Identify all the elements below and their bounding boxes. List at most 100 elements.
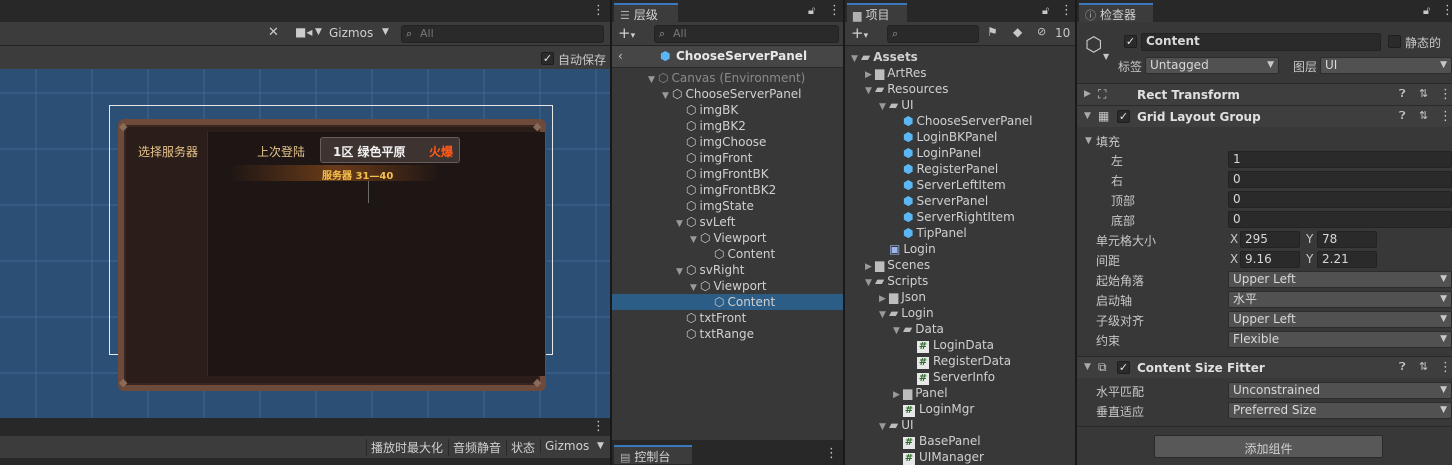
server-button[interactable]: 1区 绿色平原 火爆 bbox=[320, 137, 460, 163]
start-corner-dropdown[interactable]: Upper Left ▼ bbox=[1228, 271, 1452, 288]
project-item[interactable]: ▶ ▆ Json bbox=[845, 289, 926, 305]
constraint-dropdown[interactable]: Flexible ▼ bbox=[1228, 331, 1452, 348]
project-item[interactable]: # ServerInfo bbox=[845, 369, 995, 385]
scene-menu-icon[interactable]: ⋮ bbox=[592, 3, 605, 18]
hierarchy-search-input[interactable]: ⌕ All bbox=[654, 25, 839, 43]
help-icon[interactable]: ❓︎ bbox=[1399, 109, 1406, 123]
grid-layout-enabled-checkbox[interactable]: ✓ bbox=[1117, 110, 1130, 123]
help-icon[interactable]: ❓︎ bbox=[1399, 87, 1406, 101]
tools-icon[interactable]: ✕ bbox=[268, 25, 279, 40]
game-gizmos-dropdown-icon[interactable]: ▼ bbox=[597, 441, 604, 451]
presets-icon[interactable]: ⇅ bbox=[1419, 360, 1428, 373]
create-asset-button[interactable]: +▾ bbox=[851, 24, 868, 42]
project-item[interactable]: ⬢ ServerPanel bbox=[845, 193, 988, 209]
autosave-checkbox[interactable]: ✓ bbox=[541, 52, 554, 65]
back-arrow-icon[interactable]: ‹ bbox=[618, 49, 623, 63]
hierarchy-item[interactable]: ⬡ imgFront bbox=[612, 150, 843, 166]
tag-dropdown[interactable]: Untagged ▼ bbox=[1145, 57, 1279, 74]
tab-console[interactable]: ▤ 控制台 bbox=[614, 445, 692, 464]
project-item[interactable]: ▼ ▰ Login bbox=[845, 305, 934, 321]
maximize-on-play-button[interactable]: 播放时最大化 bbox=[366, 439, 447, 456]
hierarchy-item[interactable]: ▼ ⬡ svLeft bbox=[612, 214, 843, 230]
presets-icon[interactable]: ⇅ bbox=[1419, 87, 1428, 100]
project-item[interactable]: ⬢ RegisterPanel bbox=[845, 161, 998, 177]
hierarchy-item[interactable]: ▼ ⬡ Viewport bbox=[612, 230, 843, 246]
child-align-dropdown[interactable]: Upper Left ▼ bbox=[1228, 311, 1452, 328]
project-item[interactable]: ▶ ▆ ArtRes bbox=[845, 65, 927, 81]
hidden-packages-icon[interactable]: ⊘ bbox=[1037, 25, 1046, 38]
cell-size-y-field[interactable]: 78 bbox=[1317, 231, 1377, 248]
content-size-fitter-enabled-checkbox[interactable]: ✓ bbox=[1117, 361, 1130, 374]
project-item[interactable]: ▼ ▰ UI bbox=[845, 417, 914, 433]
active-checkbox[interactable]: ✓ bbox=[1124, 35, 1137, 48]
padding-right-field[interactable]: 0 bbox=[1228, 171, 1452, 188]
hierarchy-item[interactable]: ⬡ Content bbox=[612, 246, 843, 262]
grid-layout-header[interactable]: ▼ ▦ ✓ Grid Layout Group ❓︎ ⇅ ⋮ bbox=[1077, 105, 1452, 127]
project-search-input[interactable]: ⌕ bbox=[887, 25, 979, 43]
project-item[interactable]: ▶ ▆ Panel bbox=[845, 385, 948, 401]
spacing-x-field[interactable]: 9.16 bbox=[1240, 251, 1300, 268]
hierarchy-item[interactable]: ⬡ Content bbox=[612, 294, 843, 310]
scene-search-input[interactable]: ⌕ All bbox=[401, 25, 604, 43]
hierarchy-item[interactable]: ▼ ⬡ Viewport bbox=[612, 278, 843, 294]
inspector-menu-icon[interactable]: ⋮ bbox=[1441, 3, 1452, 18]
filter-label-icon[interactable]: ◆ bbox=[1013, 25, 1022, 39]
project-item[interactable]: ▶ ▆ Scenes bbox=[845, 257, 930, 273]
hierarchy-item[interactable]: ▼ ⬡ Canvas (Environment) bbox=[612, 70, 843, 86]
console-menu-icon[interactable]: ⋮ bbox=[825, 446, 838, 461]
project-menu-icon[interactable]: ⋮ bbox=[1060, 3, 1073, 18]
camera-icon[interactable]: ■◂ bbox=[295, 25, 312, 39]
object-name-field[interactable]: Content bbox=[1141, 33, 1381, 51]
mute-audio-button[interactable]: 音频静音 bbox=[448, 439, 505, 456]
project-item[interactable]: ⬢ TipPanel bbox=[845, 225, 967, 241]
tab-project[interactable]: ▆ 项目 bbox=[847, 3, 907, 22]
hierarchy-item[interactable]: ⬡ txtRange bbox=[612, 326, 843, 342]
game-menu-icon[interactable]: ⋮ bbox=[592, 419, 605, 434]
padding-foldout-icon[interactable]: ▼ bbox=[1085, 136, 1092, 146]
game-gizmos-button[interactable]: Gizmos bbox=[540, 439, 593, 453]
add-component-button[interactable]: 添加组件 bbox=[1154, 435, 1383, 458]
padding-top-field[interactable]: 0 bbox=[1228, 191, 1452, 208]
static-checkbox[interactable] bbox=[1388, 35, 1401, 48]
project-item[interactable]: # LoginData bbox=[845, 337, 994, 353]
lock-icon[interactable]: 🔓︎ bbox=[808, 4, 815, 18]
hierarchy-item[interactable]: ⬡ imgState bbox=[612, 198, 843, 214]
tab-hierarchy[interactable]: ☰ 层级 bbox=[614, 3, 678, 22]
hierarchy-item[interactable]: ⬡ imgChoose bbox=[612, 134, 843, 150]
presets-icon[interactable]: ⇅ bbox=[1419, 109, 1428, 122]
hierarchy-item[interactable]: ⬡ txtFront bbox=[612, 310, 843, 326]
component-menu-icon[interactable]: ⋮ bbox=[1439, 360, 1452, 375]
gizmos-button[interactable]: Gizmos bbox=[329, 26, 373, 40]
cell-size-x-field[interactable]: 295 bbox=[1240, 231, 1300, 248]
tab-inspector[interactable]: ⓘ 检查器 bbox=[1079, 3, 1153, 22]
hierarchy-item[interactable]: ⬡ imgBK2 bbox=[612, 118, 843, 134]
lock-icon[interactable]: 🔓︎ bbox=[1042, 4, 1049, 18]
content-size-fitter-header[interactable]: ▼ ⧉ ✓ Content Size Fitter ❓︎ ⇅ ⋮ bbox=[1077, 356, 1452, 378]
hierarchy-item[interactable]: ⬡ imgFrontBK bbox=[612, 166, 843, 182]
project-item[interactable]: # RegisterData bbox=[845, 353, 1011, 369]
project-item[interactable]: ▣ Login bbox=[845, 241, 936, 257]
start-axis-dropdown[interactable]: 水平 ▼ bbox=[1228, 291, 1452, 308]
project-item[interactable]: ▼ ▰ Resources bbox=[845, 81, 949, 97]
project-item[interactable]: ▼ ▰ Assets bbox=[845, 49, 918, 65]
project-item[interactable]: # UIManager bbox=[845, 449, 984, 465]
add-object-button[interactable]: +▾ bbox=[618, 24, 635, 42]
padding-bottom-field[interactable]: 0 bbox=[1228, 211, 1452, 228]
project-item[interactable]: # BasePanel bbox=[845, 433, 981, 449]
rect-transform-header[interactable]: ▶ ⛶ Rect Transform ❓︎ ⇅ ⋮ bbox=[1077, 83, 1452, 105]
horizontal-fit-dropdown[interactable]: Unconstrained ▼ bbox=[1228, 382, 1452, 399]
help-icon[interactable]: ❓︎ bbox=[1399, 360, 1406, 374]
project-item[interactable]: ⬢ ServerLeftItem bbox=[845, 177, 1006, 193]
project-item[interactable]: # LoginMgr bbox=[845, 401, 974, 417]
lock-icon[interactable]: 🔓︎ bbox=[1423, 4, 1430, 18]
vertical-fit-dropdown[interactable]: Preferred Size ▼ bbox=[1228, 402, 1452, 419]
project-item[interactable]: ⬢ LoginBKPanel bbox=[845, 129, 997, 145]
stats-button[interactable]: 状态 bbox=[506, 439, 539, 456]
camera-dropdown-icon[interactable]: ▼ bbox=[315, 27, 322, 37]
hierarchy-item[interactable]: ⬡ imgBK bbox=[612, 102, 843, 118]
layer-dropdown[interactable]: UI ▼ bbox=[1320, 57, 1452, 74]
hierarchy-item[interactable]: ▼ ⬡ ChooseServerPanel bbox=[612, 86, 843, 102]
gizmos-dropdown-icon[interactable]: ▼ bbox=[382, 27, 389, 37]
project-item[interactable]: ⬢ ChooseServerPanel bbox=[845, 113, 1033, 129]
spacing-y-field[interactable]: 2.21 bbox=[1317, 251, 1377, 268]
